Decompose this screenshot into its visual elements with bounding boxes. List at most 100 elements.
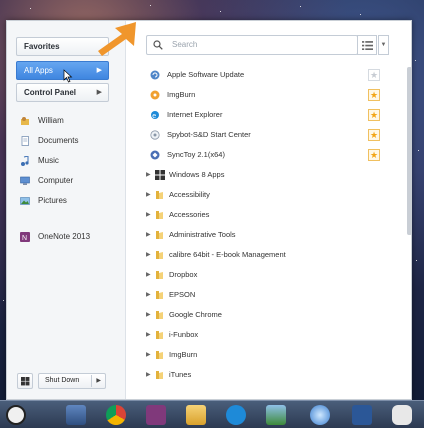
favorites-label: Favorites [24,42,60,51]
expand-arrow-icon: ▶ [146,332,151,338]
expand-arrow-icon: ▶ [146,192,151,198]
list-item-folder[interactable]: ▶ Dropbox [126,265,390,285]
star-icon[interactable]: ★ [368,129,380,141]
folder-label: Windows 8 Apps [169,170,225,179]
app-label: SyncToy 2.1(x64) [167,150,225,159]
place-computer[interactable]: Computer [20,174,115,188]
place-label: Documents [38,136,79,145]
folder-icon [156,271,163,279]
apple-update-icon [150,70,160,80]
place-documents[interactable]: Documents [20,134,115,148]
star-icon[interactable]: ★ [368,89,380,101]
place-pictures[interactable]: Pictures [20,194,115,208]
folder-icon [156,291,163,299]
search-icon [153,40,163,50]
shutdown-options-chevron-icon[interactable]: ▶ [96,374,101,388]
pictures-icon [20,197,30,205]
expand-arrow-icon: ▶ [146,352,151,358]
place-onenote[interactable]: N OneNote 2013 [20,230,115,244]
svg-text:e: e [152,113,156,120]
view-mode-button[interactable] [357,35,377,55]
windows-icon [21,377,30,386]
list-item-folder[interactable]: ▶ i-Funbox [126,325,390,345]
folder-icon [156,231,163,239]
chevron-right-icon: ▶ [96,89,102,96]
list-item-imgburn[interactable]: ImgBurn ★ [126,85,390,105]
shut-down-button[interactable]: Shut Down ▶ [38,373,106,389]
music-icon [21,156,29,166]
place-label: Music [38,156,59,165]
app-label: Internet Explorer [167,110,223,119]
list-item-spybot[interactable]: Spybot-S&D Start Center ★ [126,125,390,145]
file-explorer-icon [186,405,206,425]
expand-arrow-icon: ▶ [146,232,151,238]
list-item-folder[interactable]: ▶ ImgBurn [126,345,390,365]
list-item-folder[interactable]: ▶ calibre 64bit - E-book Management [126,245,390,265]
folder-label: Administrative Tools [169,230,236,239]
place-label: Computer [38,176,74,185]
list-item-synctoy[interactable]: SyncToy 2.1(x64) ★ [126,145,390,165]
documents-icon [21,136,29,146]
scrollbar-thumb[interactable] [407,67,412,235]
taskbar-explorer[interactable] [56,403,96,427]
expand-arrow-icon: ▶ [146,312,151,318]
expand-arrow-icon: ▶ [146,372,151,378]
all-apps-label: All Apps [24,66,53,75]
star-icon[interactable]: ★ [368,109,380,121]
taskbar-itunes[interactable] [300,403,340,427]
folder-icon [156,251,163,259]
chrome-icon [106,405,126,425]
expand-arrow-icon: ▶ [146,272,151,278]
folder-label: EPSON [169,290,196,299]
user-folder-icon [21,117,29,125]
app-label: Apple Software Update [167,70,245,79]
expand-arrow-icon: ▶ [146,252,151,258]
spybot-icon [150,130,160,140]
taskbar-ie[interactable] [216,403,256,427]
som-app-icon [392,405,412,425]
mouse-cursor-icon [63,69,73,83]
star-icon[interactable]: ★ [368,69,380,81]
list-item-windows-8-apps[interactable]: ▶ Windows 8 Apps [126,165,390,185]
list-item-folder[interactable]: ▶ Administrative Tools [126,225,390,245]
start-button[interactable] [0,403,30,427]
star-icon[interactable]: ★ [368,149,380,161]
taskbar-chrome[interactable] [96,403,136,427]
list-item-apple-software-update[interactable]: Apple Software Update ★ [126,65,390,85]
start-menu-right-pane: Search ▼ Apple Software Update ★ ImgBurn… [125,21,412,399]
control-panel-label: Control Panel [24,88,77,97]
place-label: OneNote 2013 [38,232,91,241]
taskbar-word[interactable] [342,403,382,427]
app-label: ImgBurn [167,90,196,99]
svg-text:N: N [22,235,27,242]
place-william[interactable]: William [20,114,115,128]
folder-label: Google Chrome [169,310,222,319]
ie-icon: e [151,111,159,120]
taskbar [0,400,424,428]
place-music[interactable]: Music [20,154,115,168]
taskbar-file-explorer[interactable] [176,403,216,427]
app-label: Spybot-S&D Start Center [167,130,251,139]
expand-arrow-icon: ▶ [146,172,151,178]
list-item-internet-explorer[interactable]: e Internet Explorer ★ [126,105,390,125]
taskbar-photo-viewer[interactable] [256,403,296,427]
list-view-icon [362,41,373,51]
list-item-folder[interactable]: ▶ Accessibility [126,185,390,205]
view-options-dropdown[interactable]: ▼ [378,35,389,55]
ie-icon [226,405,246,425]
search-placeholder: Search [172,40,198,49]
control-panel-button[interactable]: Control Panel ▶ [16,83,109,102]
list-item-folder[interactable]: ▶ EPSON [126,285,390,305]
search-box[interactable]: Search [146,35,358,55]
list-item-folder[interactable]: ▶ Accessories [126,205,390,225]
folder-label: i-Funbox [169,330,199,339]
list-item-folder[interactable]: ▶ Google Chrome [126,305,390,325]
taskbar-som-app[interactable] [382,403,422,427]
list-item-folder[interactable]: ▶ iTunes [126,365,390,385]
taskbar-onenote[interactable] [136,403,176,427]
folder-label: ImgBurn [169,350,198,359]
folder-label: Accessories [169,210,210,219]
folder-icon [156,351,163,359]
windows-settings-button[interactable] [17,373,33,389]
folder-icon [156,311,163,319]
